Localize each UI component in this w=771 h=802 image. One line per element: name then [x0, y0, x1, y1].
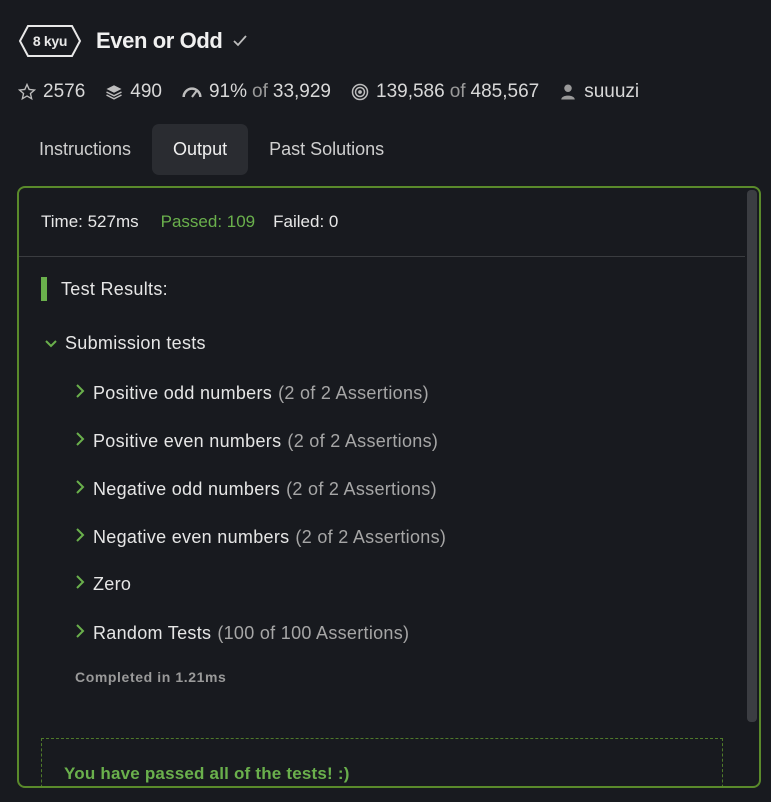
test-item[interactable]: Zero [75, 574, 131, 595]
test-results-title: Test Results: [61, 278, 168, 299]
kata-title: Even or Odd [96, 28, 223, 53]
test-results: Test Results: [41, 276, 741, 302]
attempts-count: 485,567 [470, 81, 540, 102]
chevron-right-icon [76, 383, 85, 398]
user-icon [561, 84, 575, 100]
submission-tests-group[interactable]: Submission tests [45, 333, 206, 354]
stars-count: 2576 [43, 81, 86, 102]
test-name: Positive odd numbers [93, 383, 273, 403]
kata-stats: 2576 490 91% of 33,929 139,586 of 485,56… [18, 80, 659, 104]
collections-count: 490 [130, 81, 162, 102]
completed-time: Completed in 1.21ms [75, 669, 227, 685]
test-item[interactable]: Random Tests (100 of 100 Assertions) [75, 623, 409, 644]
target-icon [351, 83, 369, 101]
success-message: You have passed all of the tests! :) [64, 764, 350, 783]
result-summary: Time: 527ms Passed: 109 Failed: 0 [19, 188, 745, 257]
tab-past-solutions[interactable]: Past Solutions [248, 124, 405, 175]
passed-label: Passed: 109 [160, 212, 256, 231]
test-assertions: (2 of 2 Assertions) [286, 479, 437, 499]
kyu-label: 8 kyu [32, 33, 68, 49]
satisfaction-votes: 33,929 [272, 81, 331, 102]
chevron-down-icon [45, 339, 57, 347]
test-name: Zero [93, 574, 132, 594]
author-stat[interactable]: suuuzi [559, 81, 639, 103]
heading-accent-bar [41, 277, 47, 301]
output-panel: Time: 527ms Passed: 109 Failed: 0 Test R… [17, 186, 761, 788]
chevron-right-icon [76, 623, 85, 638]
group-label: Submission tests [65, 333, 206, 353]
tab-output[interactable]: Output [152, 124, 249, 175]
completions-stat: 139,586 of 485,567 [351, 81, 539, 103]
layers-icon [106, 85, 123, 100]
test-assertions: (100 of 100 Assertions) [217, 623, 410, 643]
checkmark-icon [233, 35, 248, 47]
test-item[interactable]: Positive even numbers (2 of 2 Assertions… [75, 431, 438, 452]
gauge-icon [182, 87, 202, 98]
collections-stat[interactable]: 490 [105, 81, 162, 103]
test-item[interactable]: Positive odd numbers (2 of 2 Assertions) [75, 383, 429, 404]
scrollbar-thumb[interactable] [747, 190, 757, 722]
tab-instructions[interactable]: Instructions [18, 124, 152, 175]
author-name: suuuzi [584, 81, 640, 102]
satisfaction-percent: 91% [208, 81, 248, 102]
test-name: Positive even numbers [93, 431, 282, 451]
kyu-badge[interactable]: 8 kyu [18, 24, 82, 58]
failed-label: Failed: 0 [273, 212, 339, 231]
test-item[interactable]: Negative odd numbers (2 of 2 Assertions) [75, 479, 437, 500]
chevron-right-icon [76, 527, 85, 542]
chevron-right-icon [76, 574, 85, 589]
test-name: Negative odd numbers [93, 479, 281, 499]
time-label: Time: 527ms [41, 212, 139, 231]
completed-of: of [449, 81, 466, 102]
test-assertions: (2 of 2 Assertions) [287, 431, 439, 451]
test-item[interactable]: Negative even numbers (2 of 2 Assertions… [75, 527, 446, 548]
kata-header: 8 kyu Even or Odd [18, 24, 248, 58]
test-assertions: (2 of 2 Assertions) [295, 527, 447, 547]
satisfaction-stat: 91% of 33,929 [182, 81, 331, 103]
chevron-right-icon [76, 479, 85, 494]
test-name: Random Tests [93, 623, 212, 643]
test-name: Negative even numbers [93, 527, 290, 547]
stars-stat[interactable]: 2576 [18, 81, 85, 103]
test-assertions: (2 of 2 Assertions) [278, 383, 429, 403]
success-box: You have passed all of the tests! :) [41, 738, 723, 786]
tab-bar: Instructions Output Past Solutions [18, 124, 405, 175]
test-results-heading: Test Results: [41, 276, 741, 302]
star-icon [18, 83, 36, 101]
satisfaction-of: of [252, 81, 268, 102]
chevron-right-icon [76, 431, 85, 446]
completed-count: 139,586 [376, 81, 445, 102]
